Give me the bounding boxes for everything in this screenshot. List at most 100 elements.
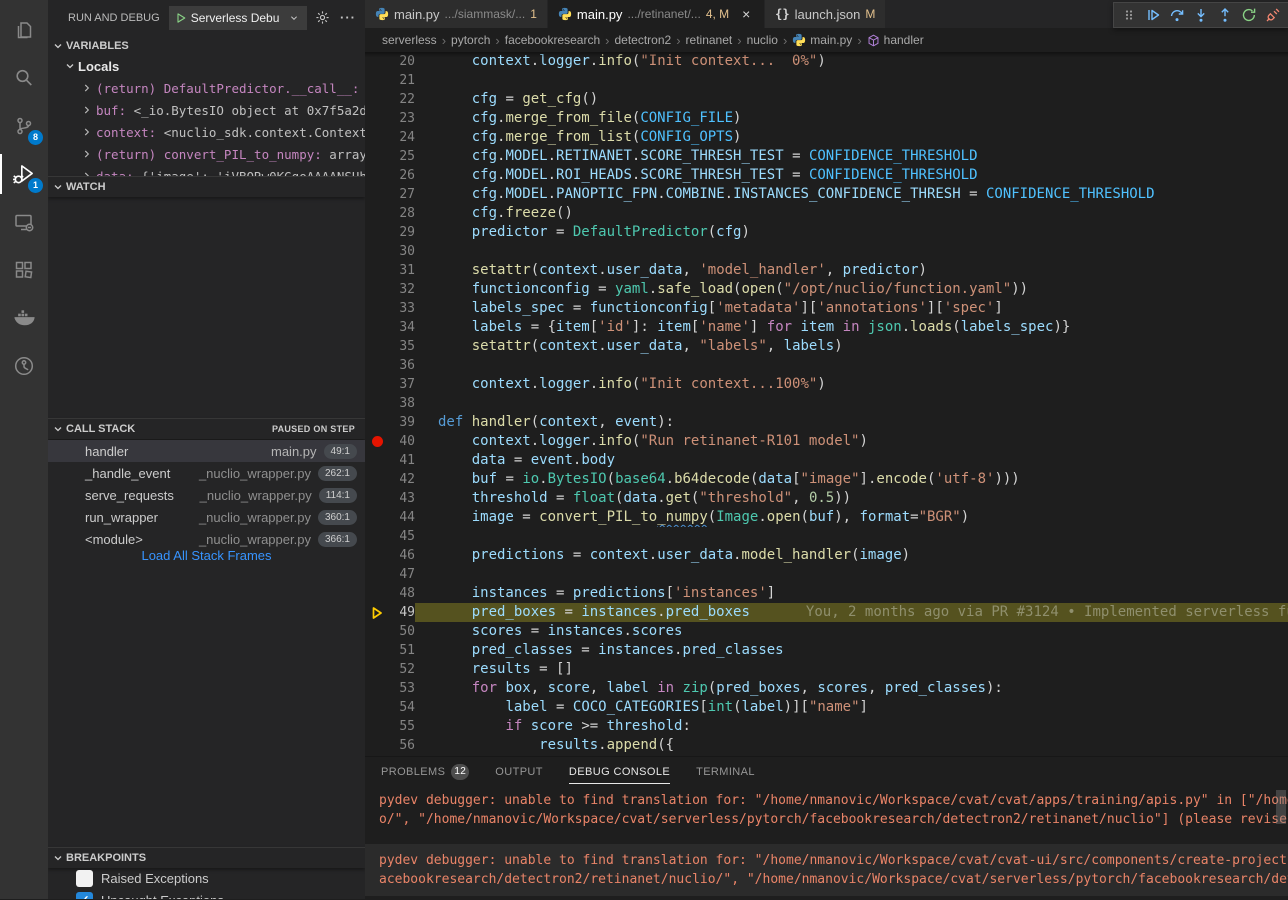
code-text[interactable]: def handler(context, event): bbox=[415, 413, 1288, 432]
activity-remote-explorer[interactable] bbox=[0, 198, 48, 246]
variable-row[interactable]: buf: <_io.BytesIO object at 0x7f5a2dc1ec… bbox=[48, 99, 365, 121]
stack-frame[interactable]: <module>_nuclio_wrapper.py366:1 bbox=[48, 528, 365, 550]
variable-row[interactable]: (return) convert_PIL_to_numpy: array([[[… bbox=[48, 143, 365, 165]
code-text[interactable]: cfg.MODEL.PANOPTIC_FPN.COMBINE.INSTANCES… bbox=[415, 185, 1288, 204]
breakpoint-gutter[interactable] bbox=[365, 413, 389, 432]
code-text[interactable]: image = convert_PIL_to_numpy(Image.open(… bbox=[415, 508, 1288, 527]
code-text[interactable]: setattr(context.user_data, "labels", lab… bbox=[415, 337, 1288, 356]
drag-handle-icon[interactable] bbox=[1117, 3, 1141, 27]
breakpoint-gutter[interactable] bbox=[365, 527, 389, 546]
step-out-icon[interactable] bbox=[1213, 3, 1237, 27]
breakpoint-gutter[interactable] bbox=[365, 299, 389, 318]
editor-tab-launch.json[interactable]: {}launch.jsonM bbox=[765, 0, 886, 28]
breakpoints-section-header[interactable]: BREAKPOINTS bbox=[48, 847, 365, 868]
breakpoint-gutter[interactable] bbox=[365, 489, 389, 508]
scope-locals[interactable]: Locals bbox=[48, 55, 365, 77]
breakpoint-gutter[interactable] bbox=[365, 128, 389, 147]
code-text[interactable]: data = event.body bbox=[415, 451, 1288, 470]
code-text[interactable]: predictions = context.user_data.model_ha… bbox=[415, 546, 1288, 565]
breakpoint-gutter[interactable] bbox=[365, 185, 389, 204]
variable-row[interactable]: (return) DefaultPredictor.__call__: {'in… bbox=[48, 77, 365, 99]
continue-icon[interactable] bbox=[1141, 3, 1165, 27]
breakpoint-gutter[interactable] bbox=[365, 394, 389, 413]
code-text[interactable]: if score >= threshold: bbox=[415, 717, 1288, 736]
breakpoint-gutter[interactable] bbox=[365, 641, 389, 660]
editor-tab-main.py[interactable]: main.py.../siammask/...1 bbox=[365, 0, 548, 28]
breakpoint-gutter[interactable] bbox=[365, 660, 389, 679]
code-text[interactable]: results = [] bbox=[415, 660, 1288, 679]
code-text[interactable]: cfg.freeze() bbox=[415, 204, 1288, 223]
code-text[interactable] bbox=[415, 242, 1288, 261]
panel-tab-output[interactable]: OUTPUT bbox=[495, 757, 543, 787]
breakpoint-gutter[interactable] bbox=[365, 318, 389, 337]
breakpoint-gutter[interactable] bbox=[365, 470, 389, 489]
code-text[interactable]: label = COCO_CATEGORIES[int(label)]["nam… bbox=[415, 698, 1288, 717]
load-all-stack-frames-link[interactable]: Load All Stack Frames bbox=[48, 548, 365, 563]
step-over-icon[interactable] bbox=[1165, 3, 1189, 27]
code-text[interactable]: context.logger.info("Init context... 0%"… bbox=[415, 52, 1288, 71]
code-text[interactable]: labels_spec = functionconfig['metadata']… bbox=[415, 299, 1288, 318]
breakpoint-gutter[interactable] bbox=[365, 52, 389, 71]
code-text[interactable]: pred_boxes = instances.pred_boxesYou, 2 … bbox=[415, 603, 1288, 622]
code-text[interactable]: cfg.MODEL.RETINANET.SCORE_THRESH_TEST = … bbox=[415, 147, 1288, 166]
code-text[interactable]: labels = {item['id']: item['name'] for i… bbox=[415, 318, 1288, 337]
breadcrumb-item[interactable]: pytorch bbox=[451, 33, 490, 47]
breakpoint-gutter[interactable] bbox=[365, 204, 389, 223]
code-text[interactable]: functionconfig = yaml.safe_load(open("/o… bbox=[415, 280, 1288, 299]
breakpoint-gutter[interactable] bbox=[365, 584, 389, 603]
panel-tab-debug-console[interactable]: DEBUG CONSOLE bbox=[569, 757, 670, 787]
breakpoint-gutter[interactable] bbox=[365, 565, 389, 584]
activity-source-control[interactable]: 8 bbox=[0, 102, 48, 150]
breakpoint-gutter[interactable] bbox=[365, 280, 389, 299]
code-text[interactable]: context.logger.info("Run retinanet-R101 … bbox=[415, 432, 1288, 451]
checkbox[interactable]: ✓ bbox=[76, 892, 93, 900]
activity-docker[interactable] bbox=[0, 294, 48, 342]
code-text[interactable]: pred_classes = instances.pred_classes bbox=[415, 641, 1288, 660]
breakpoint-gutter[interactable] bbox=[365, 451, 389, 470]
breakpoint-gutter[interactable] bbox=[365, 717, 389, 736]
breakpoint-indicator[interactable] bbox=[365, 432, 389, 451]
variable-row[interactable]: data: {'image': 'iVBORw0KGgoAAAANSUhE… 5… bbox=[48, 165, 365, 176]
stack-frame[interactable]: handlermain.py49:1 bbox=[48, 440, 365, 462]
start-debug-icon[interactable] bbox=[175, 12, 187, 24]
breakpoint-gutter[interactable] bbox=[365, 356, 389, 375]
breakpoint-gutter[interactable] bbox=[365, 261, 389, 280]
stack-frame[interactable]: _handle_event_nuclio_wrapper.py262:1 bbox=[48, 462, 365, 484]
code-text[interactable]: for box, score, label in zip(pred_boxes,… bbox=[415, 679, 1288, 698]
breakpoint-gutter[interactable] bbox=[365, 736, 389, 755]
breadcrumb-file[interactable]: main.py bbox=[792, 33, 852, 47]
breakpoint-row[interactable]: Raised Exceptions bbox=[48, 867, 365, 889]
gear-icon[interactable] bbox=[311, 7, 333, 29]
breakpoint-gutter[interactable] bbox=[365, 508, 389, 527]
more-actions-icon[interactable]: ··· bbox=[337, 7, 359, 29]
breakpoint-gutter[interactable] bbox=[365, 698, 389, 717]
breakpoint-gutter[interactable] bbox=[365, 375, 389, 394]
breakpoint-gutter[interactable] bbox=[365, 147, 389, 166]
panel-scrollbar-thumb[interactable] bbox=[1276, 790, 1286, 824]
editor-tab-main.py[interactable]: main.py.../retinanet/...4, M× bbox=[548, 0, 765, 28]
debug-config-dropdown[interactable]: Serverless Debu bbox=[169, 6, 307, 30]
breakpoint-gutter[interactable] bbox=[365, 679, 389, 698]
breakpoint-gutter[interactable] bbox=[365, 71, 389, 90]
breakpoint-row[interactable]: ✓Uncaught Exceptions bbox=[48, 889, 365, 899]
breakpoint-gutter[interactable] bbox=[365, 90, 389, 109]
breakpoint-gutter[interactable] bbox=[365, 546, 389, 565]
breadcrumb-item[interactable]: serverless bbox=[382, 33, 437, 47]
code-text[interactable]: cfg.merge_from_file(CONFIG_FILE) bbox=[415, 109, 1288, 128]
code-text[interactable] bbox=[415, 565, 1288, 584]
code-text[interactable] bbox=[415, 356, 1288, 375]
activity-run-and-debug[interactable]: 1 bbox=[0, 150, 48, 198]
code-text[interactable]: predictor = DefaultPredictor(cfg) bbox=[415, 223, 1288, 242]
breakpoint-gutter[interactable] bbox=[365, 337, 389, 356]
breadcrumb-item[interactable]: retinanet bbox=[686, 33, 733, 47]
variable-row[interactable]: context: <nuclio_sdk.context.Context obj… bbox=[48, 121, 365, 143]
code-text[interactable] bbox=[415, 527, 1288, 546]
breakpoint-gutter[interactable] bbox=[365, 622, 389, 641]
call-stack-section-header[interactable]: CALL STACK PAUSED ON STEP bbox=[48, 418, 365, 439]
close-icon[interactable]: × bbox=[738, 6, 754, 22]
code-text[interactable]: buf = io.BytesIO(base64.b64decode(data["… bbox=[415, 470, 1288, 489]
checkbox[interactable] bbox=[76, 870, 93, 887]
stack-frame[interactable]: run_wrapper_nuclio_wrapper.py360:1 bbox=[48, 506, 365, 528]
restart-icon[interactable] bbox=[1237, 3, 1261, 27]
code-text[interactable]: setattr(context.user_data, 'model_handle… bbox=[415, 261, 1288, 280]
